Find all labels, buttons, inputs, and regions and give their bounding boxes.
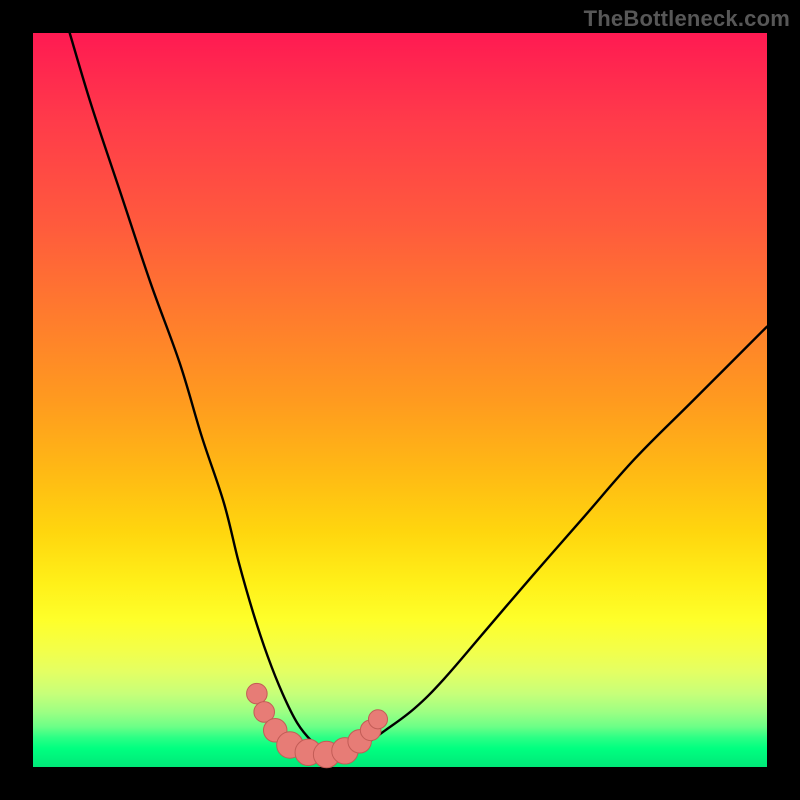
chart-frame: TheBottleneck.com [0,0,800,800]
bottleneck-curve [33,33,767,767]
curve-markers [247,683,388,767]
curve-path [70,33,767,754]
watermark-text: TheBottleneck.com [584,6,790,32]
curve-marker [368,710,387,729]
chart-plot-area [33,33,767,767]
curve-marker [247,683,268,704]
